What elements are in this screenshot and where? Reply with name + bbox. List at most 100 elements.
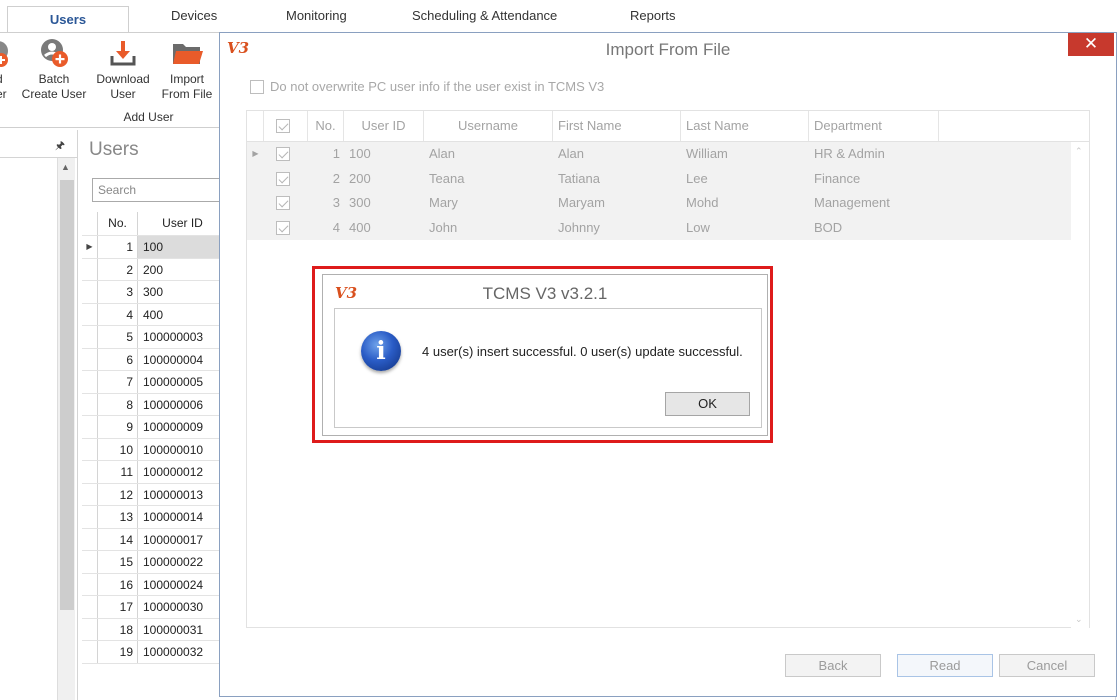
row-indicator bbox=[82, 573, 98, 595]
cancel-button[interactable]: Cancel bbox=[999, 654, 1095, 677]
row-indicator: ▶ bbox=[82, 236, 98, 258]
table-row[interactable]: 12 100000013 bbox=[82, 483, 222, 506]
ok-button[interactable]: OK bbox=[665, 392, 750, 416]
table-row[interactable]: 2 200 Teana Tatiana Lee Finance bbox=[247, 166, 1071, 192]
overwrite-checkbox[interactable] bbox=[250, 79, 264, 94]
column-header-last-name[interactable]: Last Name bbox=[681, 111, 809, 141]
row-checkbox[interactable] bbox=[264, 167, 308, 192]
row-user-id: 100000005 bbox=[143, 375, 204, 389]
table-row[interactable]: 3 300 bbox=[82, 281, 222, 304]
column-header-user-id[interactable]: User ID bbox=[138, 212, 222, 235]
cell-department: Finance bbox=[814, 170, 861, 186]
scroll-down-icon[interactable]: ⌄ bbox=[1075, 614, 1083, 625]
users-grid: No. User ID ▶ 1 100 2 200 3 300 4 400 5 100000003 6… bbox=[82, 212, 222, 664]
column-header-no[interactable]: No. bbox=[308, 111, 344, 141]
table-row[interactable]: 13 100000014 bbox=[82, 506, 222, 529]
row-checkbox[interactable] bbox=[264, 191, 308, 216]
row-number: 2 bbox=[98, 258, 138, 280]
navigation-scrollbar[interactable]: ▲ bbox=[57, 158, 75, 700]
table-row[interactable]: 7 100000005 bbox=[82, 371, 222, 394]
add-user-button[interactable]: d er bbox=[0, 38, 14, 102]
row-indicator bbox=[82, 641, 98, 663]
table-row[interactable]: 19 100000032 bbox=[82, 641, 222, 664]
message-box-body: i 4 user(s) insert successful. 0 user(s)… bbox=[334, 308, 762, 428]
row-checkbox[interactable] bbox=[264, 216, 308, 241]
table-row[interactable]: 4 400 John Johnny Low BOD bbox=[247, 215, 1071, 241]
cell-user-id: 200 bbox=[349, 170, 371, 186]
back-button[interactable]: Back bbox=[785, 654, 881, 677]
check-icon bbox=[276, 171, 290, 186]
row-user-id: 100000010 bbox=[143, 442, 204, 457]
row-indicator bbox=[82, 461, 98, 483]
table-row[interactable]: 2 200 bbox=[82, 258, 222, 281]
close-button[interactable]: ✕ bbox=[1068, 33, 1114, 56]
import-from-file-button[interactable]: Import From File bbox=[156, 38, 218, 102]
column-header-department[interactable]: Department bbox=[809, 111, 939, 141]
table-row[interactable]: 8 100000006 bbox=[82, 393, 222, 416]
table-row[interactable]: 16 100000024 bbox=[82, 573, 222, 596]
overwrite-option[interactable]: Do not overwrite PC user info if the use… bbox=[250, 79, 604, 94]
table-row[interactable]: 4 400 bbox=[82, 303, 222, 326]
table-row[interactable]: 11 100000012 bbox=[82, 461, 222, 484]
row-user-id: 100000003 bbox=[143, 330, 204, 344]
tab-monitoring[interactable]: Monitoring bbox=[286, 8, 347, 23]
table-row[interactable]: 9 100000009 bbox=[82, 416, 222, 439]
check-icon bbox=[276, 196, 290, 211]
row-indicator bbox=[247, 167, 264, 192]
users-pane-title: Users bbox=[89, 139, 139, 160]
table-row[interactable]: 18 100000031 bbox=[82, 618, 222, 641]
table-row[interactable]: 14 100000017 bbox=[82, 528, 222, 551]
users-grid-header: No. User ID bbox=[82, 212, 222, 236]
scroll-up-icon[interactable]: ⌃ bbox=[1075, 146, 1083, 157]
row-number: 10 bbox=[98, 438, 138, 460]
read-button[interactable]: Read bbox=[897, 654, 993, 677]
search-input[interactable]: Search bbox=[92, 178, 232, 202]
column-header-first-name[interactable]: First Name bbox=[553, 111, 681, 141]
message-box: V3 TCMS V3 v3.2.1 i 4 user(s) insert suc… bbox=[322, 274, 768, 436]
tab-users[interactable]: Users bbox=[7, 6, 129, 33]
row-number: 4 bbox=[98, 303, 138, 325]
row-number: 8 bbox=[98, 393, 138, 415]
scrollbar-thumb[interactable] bbox=[60, 180, 74, 610]
cell-first-name: Tatiana bbox=[558, 170, 600, 186]
table-row[interactable]: 15 100000022 bbox=[82, 551, 222, 574]
row-indicator bbox=[82, 618, 98, 640]
import-grid-scrollbar[interactable]: ⌃ ⌄ bbox=[1071, 142, 1089, 628]
row-indicator bbox=[82, 528, 98, 550]
table-row[interactable]: ▶ 1 100 Alan Alan William HR & Admin bbox=[247, 142, 1071, 167]
row-number: 19 bbox=[98, 641, 138, 663]
scroll-up-icon[interactable]: ▲ bbox=[61, 162, 70, 172]
table-row[interactable]: 5 100000003 bbox=[82, 326, 222, 349]
batch-create-user-button[interactable]: Batch Create User bbox=[20, 38, 88, 102]
tab-reports[interactable]: Reports bbox=[630, 8, 676, 23]
table-row[interactable]: 17 100000030 bbox=[82, 596, 222, 619]
info-icon: i bbox=[361, 331, 401, 371]
column-header-user-id[interactable]: User ID bbox=[344, 111, 424, 141]
row-user-id: 100000012 bbox=[143, 465, 204, 479]
row-user-id: 100000013 bbox=[143, 487, 204, 502]
column-header-no[interactable]: No. bbox=[98, 212, 138, 235]
pin-icon[interactable]: 🖈 bbox=[55, 137, 65, 156]
table-row[interactable]: 3 300 Mary Maryam Mohd Management bbox=[247, 191, 1071, 216]
row-number: 16 bbox=[98, 573, 138, 595]
row-indicator bbox=[82, 416, 98, 438]
row-indicator bbox=[82, 483, 98, 505]
cell-username: Teana bbox=[429, 170, 465, 186]
table-row[interactable]: 6 100000004 bbox=[82, 348, 222, 371]
cell-no: 4 bbox=[332, 219, 340, 235]
cell-username: Alan bbox=[429, 146, 456, 161]
row-indicator bbox=[82, 393, 98, 415]
select-all-checkbox[interactable] bbox=[264, 111, 308, 141]
batch-create-user-icon bbox=[37, 38, 71, 68]
dialog-title: Import From File bbox=[605, 40, 731, 59]
tab-devices[interactable]: Devices bbox=[171, 8, 217, 23]
table-row[interactable]: ▶ 1 100 bbox=[82, 236, 222, 259]
download-user-button[interactable]: Download User bbox=[92, 38, 154, 102]
row-checkbox[interactable] bbox=[264, 142, 308, 167]
cell-user-id: 300 bbox=[349, 195, 371, 210]
row-user-id: 200 bbox=[143, 262, 164, 277]
table-row[interactable]: 10 100000010 bbox=[82, 438, 222, 461]
tab-scheduling-attendance[interactable]: Scheduling & Attendance bbox=[412, 8, 557, 23]
column-header-username[interactable]: Username bbox=[424, 111, 553, 141]
users-pane: Users Search No. User ID ▶ 1 100 2 200 3 300 4 4… bbox=[80, 130, 232, 700]
